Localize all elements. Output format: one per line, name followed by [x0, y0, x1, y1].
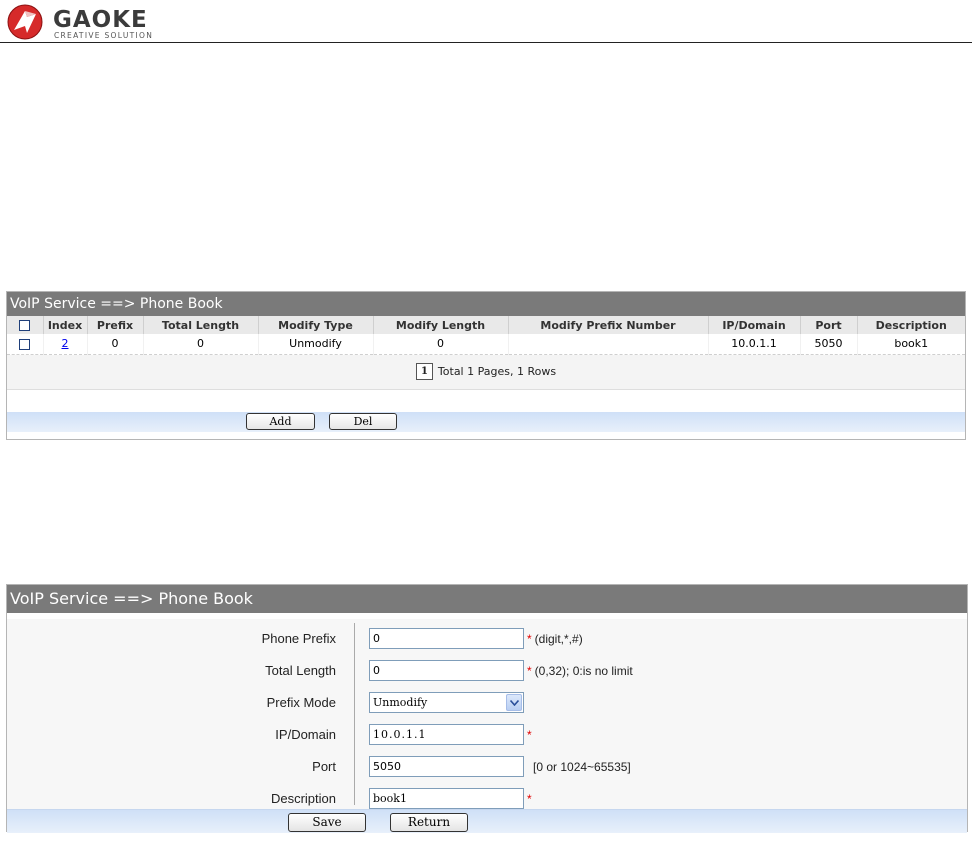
ip-domain-hint: *	[527, 723, 535, 747]
phone-book-table: Index Prefix Total Length Modify Type Mo…	[7, 316, 965, 355]
phone-book-list-panel: VoIP Service ==> Phone Book Index Prefix…	[6, 291, 966, 440]
delete-button[interactable]: Del	[329, 412, 397, 430]
row-prefix: 0	[87, 334, 144, 355]
column-header-ip-domain[interactable]: IP/Domain	[708, 316, 801, 334]
list-spacer	[7, 389, 965, 412]
table-row: 2 0 0 Unmodify 0 10.0.1.1 5050 book1	[7, 334, 965, 355]
row-description: book1	[857, 334, 965, 355]
prefix-mode-label: Prefix Mode	[266, 695, 336, 710]
port-input[interactable]: 5050	[369, 756, 524, 777]
required-marker: *	[527, 728, 532, 742]
add-button[interactable]: Add	[246, 412, 315, 430]
column-header-modify-prefix-number[interactable]: Modify Prefix Number	[508, 316, 709, 334]
description-hint: *	[527, 787, 535, 811]
phone-prefix-hint-text: (digit,*,#)	[534, 632, 583, 646]
row-modify-length: 0	[373, 334, 509, 355]
phone-prefix-label: Phone Prefix	[261, 631, 336, 646]
phone-prefix-hint: * (digit,*,#)	[527, 627, 583, 651]
form-row-prefix-mode: Prefix Mode Unmodify	[7, 691, 967, 715]
column-header-modify-length[interactable]: Modify Length	[373, 316, 509, 334]
return-button[interactable]: Return	[390, 813, 468, 832]
row-port: 5050	[800, 334, 858, 355]
row-index-cell: 2	[43, 334, 88, 355]
list-panel-title: VoIP Service ==> Phone Book	[7, 292, 965, 316]
column-header-total-length[interactable]: Total Length	[143, 316, 259, 334]
table-header-row: Index Prefix Total Length Modify Type Mo…	[7, 316, 965, 334]
row-modify-type: Unmodify	[258, 334, 374, 355]
row-index-link[interactable]: 2	[62, 337, 69, 350]
pagination: 1 Total 1 Pages, 1 Rows	[7, 354, 965, 390]
ip-domain-label: IP/Domain	[275, 727, 336, 742]
row-select-cell	[7, 334, 44, 355]
description-input[interactable]: book1	[369, 788, 524, 809]
form-area: Phone Prefix 0 * (digit,*,#) Total Length…	[7, 613, 967, 809]
form-row-ip-domain: IP/Domain 10.0.1.1 *	[7, 723, 967, 747]
select-all-checkbox[interactable]	[19, 320, 31, 331]
form-row-port: Port 5050 [0 or 1024~65535]	[7, 755, 967, 779]
chevron-down-icon[interactable]	[506, 694, 522, 711]
header-divider	[0, 42, 972, 43]
column-header-description[interactable]: Description	[857, 316, 965, 334]
brand-logo: GAOKE CREATIVE SOLUTION	[5, 3, 205, 43]
required-marker: *	[527, 792, 532, 806]
total-length-hint-text: (0,32); 0:is no limit	[534, 664, 633, 678]
page-number-button[interactable]: 1	[415, 363, 433, 380]
prefix-mode-select[interactable]: Unmodify	[369, 692, 524, 713]
total-length-label: Total Length	[265, 663, 336, 678]
row-ip-domain: 10.0.1.1	[708, 334, 801, 355]
gaoke-logo-icon	[7, 4, 43, 40]
row-modify-prefix-number	[508, 334, 709, 355]
list-button-bar: Add Del	[7, 411, 965, 432]
prefix-mode-selected-value: Unmodify	[373, 696, 428, 709]
row-checkbox[interactable]	[19, 338, 31, 350]
form-row-total-length: Total Length 0 * (0,32); 0:is no limit	[7, 659, 967, 683]
required-marker: *	[527, 664, 532, 678]
ip-domain-input[interactable]: 10.0.1.1	[369, 724, 524, 745]
column-header-prefix[interactable]: Prefix	[87, 316, 144, 334]
description-label: Description	[270, 791, 336, 806]
port-hint: [0 or 1024~65535]	[533, 760, 631, 774]
port-label: Port	[312, 759, 336, 774]
form-row-description: Description book1 *	[7, 787, 967, 811]
brand-name: GAOKE	[53, 7, 148, 33]
total-length-input[interactable]: 0	[369, 660, 524, 681]
pagination-summary: Total 1 Pages, 1 Rows	[437, 365, 557, 378]
phone-book-form-panel: VoIP Service ==> Phone Book Phone Prefix…	[6, 584, 968, 833]
total-length-hint: * (0,32); 0:is no limit	[527, 659, 633, 683]
save-button[interactable]: Save	[288, 813, 366, 832]
row-total-length: 0	[143, 334, 259, 355]
brand-tagline: CREATIVE SOLUTION	[54, 31, 154, 40]
column-header-modify-type[interactable]: Modify Type	[258, 316, 374, 334]
form-panel-title: VoIP Service ==> Phone Book	[7, 585, 967, 613]
column-header-index[interactable]: Index	[43, 316, 88, 334]
form-row-phone-prefix: Phone Prefix 0 * (digit,*,#)	[7, 627, 967, 651]
required-marker: *	[527, 632, 532, 646]
phone-prefix-input[interactable]: 0	[369, 628, 524, 649]
column-header-port[interactable]: Port	[800, 316, 858, 334]
select-all-header	[7, 316, 44, 334]
form-button-bar: Save Return	[7, 809, 967, 833]
